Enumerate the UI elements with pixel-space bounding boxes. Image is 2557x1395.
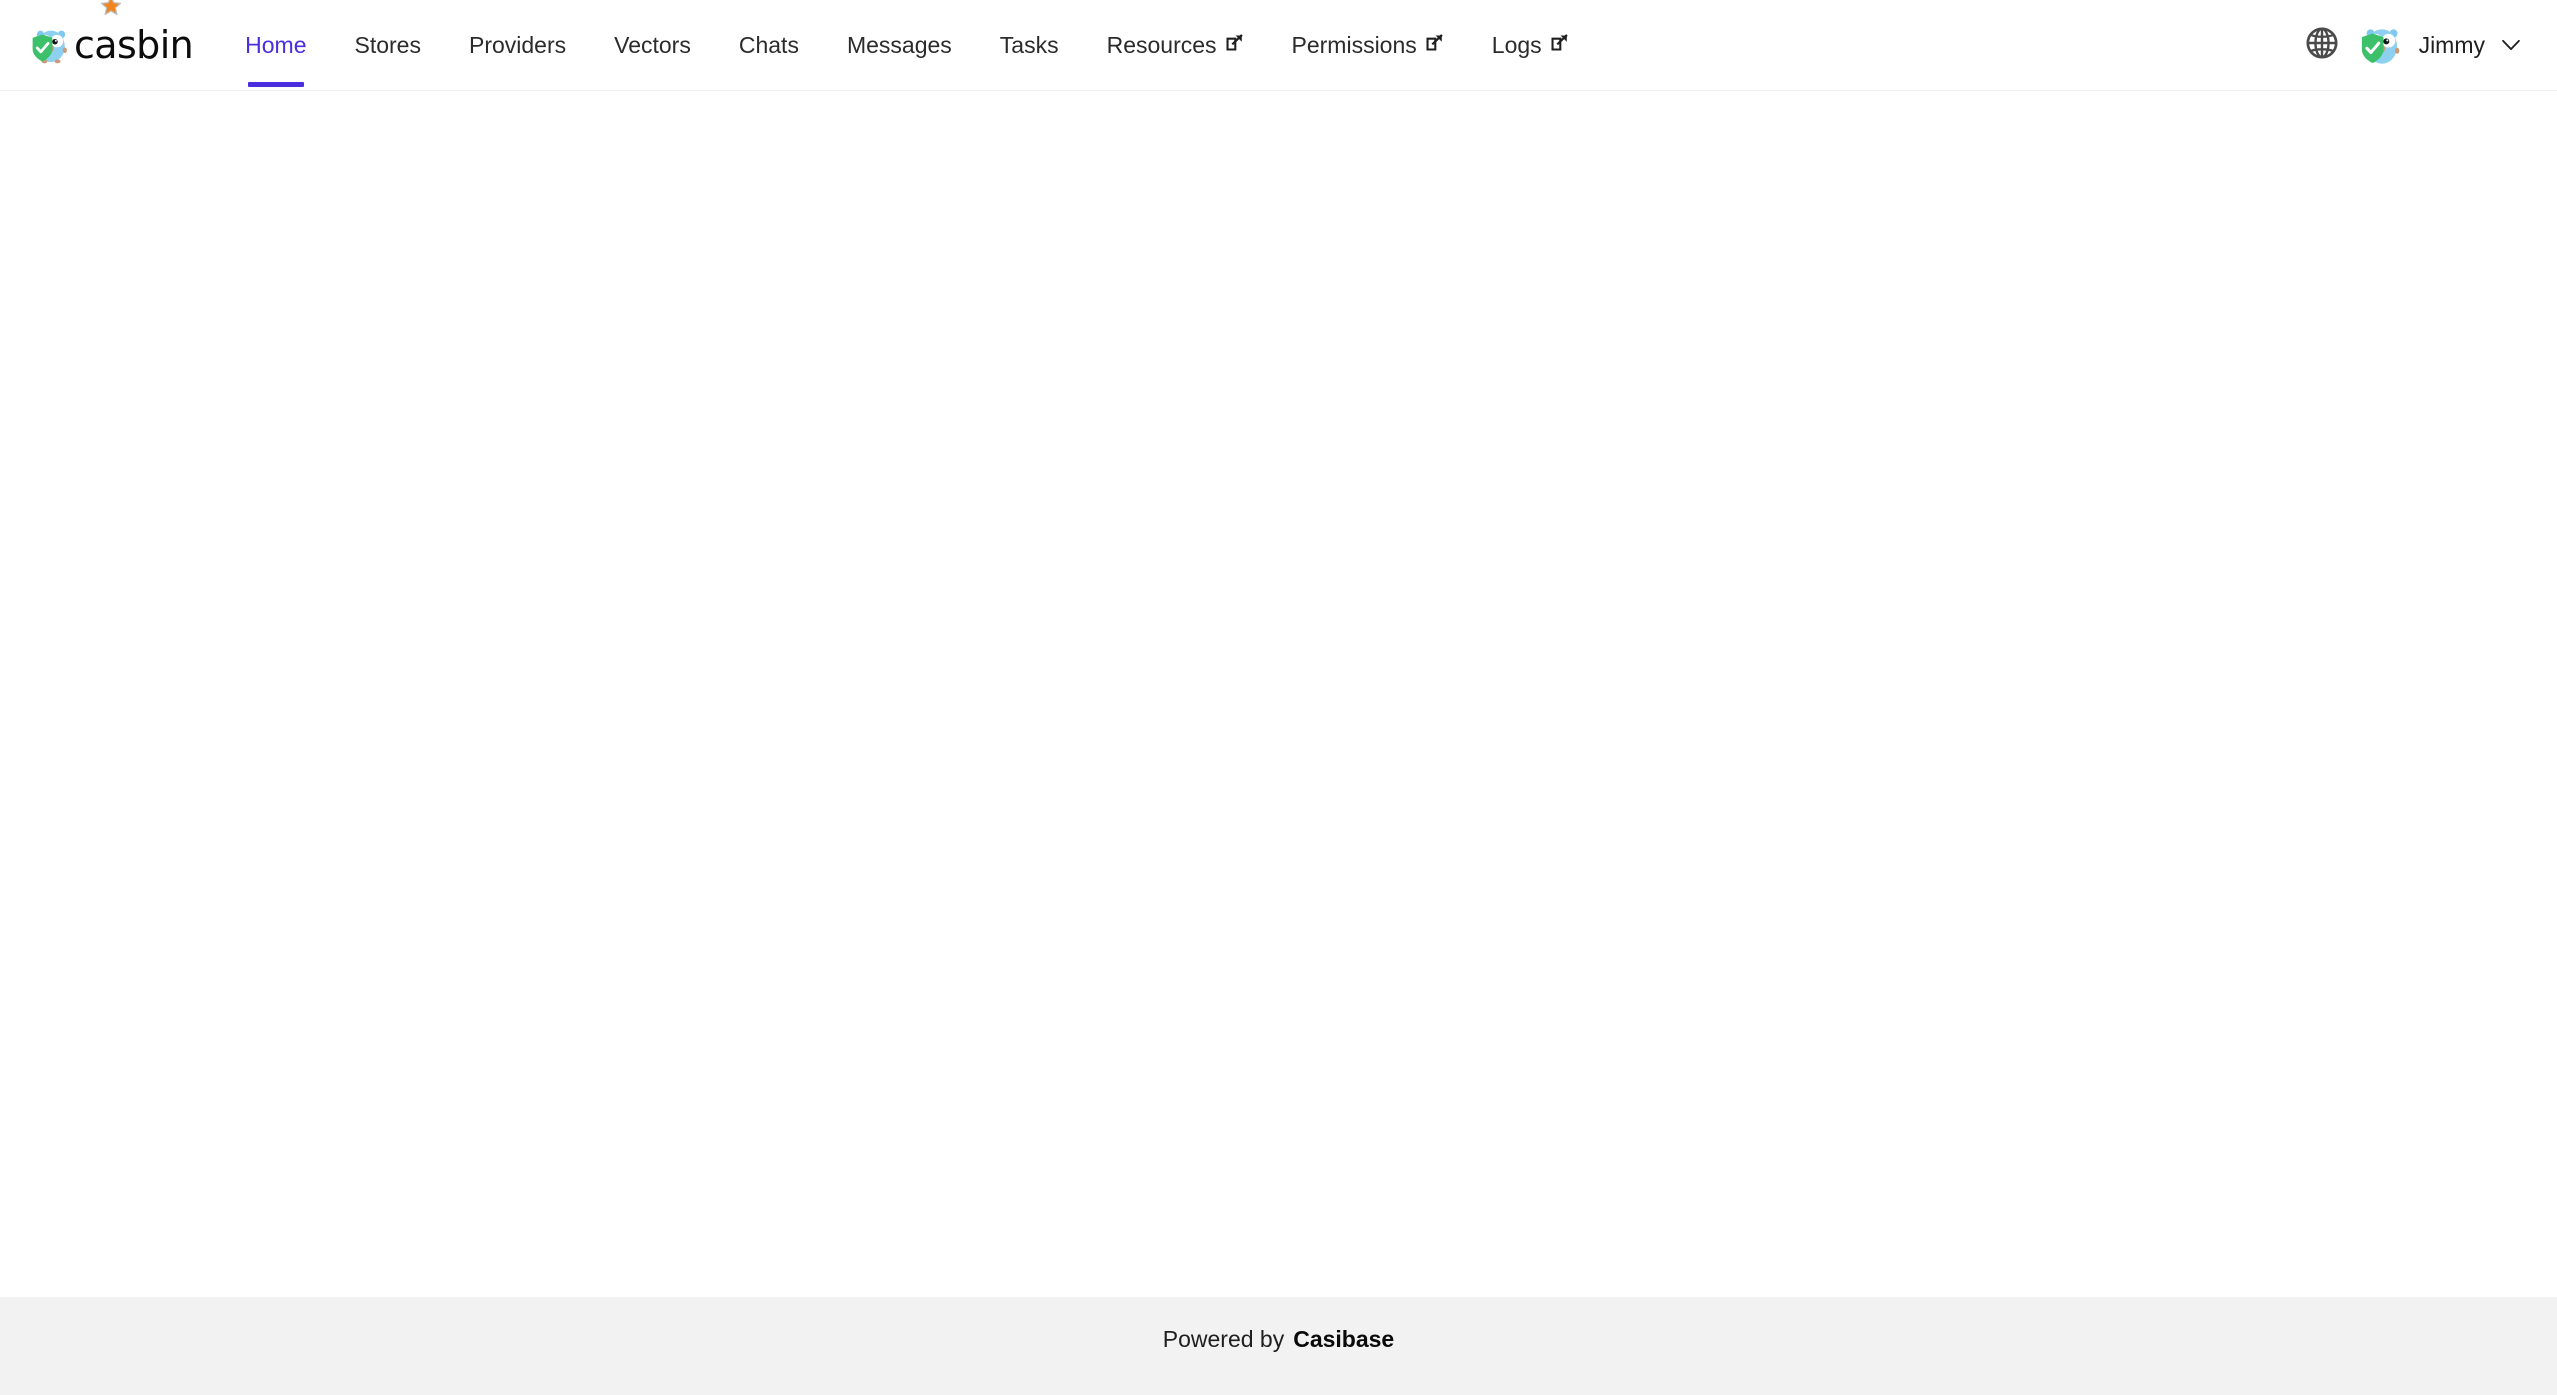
nav-item-messages[interactable]: Messages [823,0,976,90]
nav-item-label: Home [245,31,307,58]
brand-name: casbin [74,23,194,67]
nav-item-chats[interactable]: Chats [715,0,823,90]
account-menu-button[interactable]: Jimmy [2349,0,2529,90]
globe-icon [2305,26,2339,65]
chevron-down-icon [2501,38,2521,52]
nav-item-tasks[interactable]: Tasks [976,0,1083,90]
account-name-label: Jimmy [2418,31,2485,58]
footer-powered-by-label: Powered by [1162,1325,1285,1352]
nav-item-label: Providers [468,31,567,58]
star-icon [100,0,122,17]
primary-navigation: Home Stores Providers Vectors Chats Mess… [221,0,1593,90]
nav-item-label: Logs [1491,31,1542,58]
language-selector-button[interactable] [2295,18,2349,72]
app-root: casbin Home Stores Providers Vectors Cha… [0,0,2557,1395]
nav-item-resources[interactable]: Resources [1083,0,1268,90]
footer-brand-link[interactable]: Casibase [1293,1326,1394,1353]
nav-item-label: Vectors [614,31,691,58]
header-right-cluster: Jimmy [2295,0,2557,90]
casbin-gopher-shield-logo-icon [30,24,72,66]
main-content-area [0,91,2557,1297]
external-link-icon [1225,33,1244,52]
nav-item-permissions[interactable]: Permissions [1268,0,1468,90]
app-footer: Powered by Casibase [0,1297,2557,1395]
app-header: casbin Home Stores Providers Vectors Cha… [0,0,2557,91]
page-body [0,91,2557,1297]
nav-item-label: Stores [354,31,421,58]
nav-item-vectors[interactable]: Vectors [590,0,715,90]
nav-item-label: Resources [1106,31,1217,58]
nav-item-label: Tasks [999,31,1059,58]
nav-item-label: Chats [738,31,799,58]
nav-item-logs[interactable]: Logs [1468,0,1593,90]
nav-item-providers[interactable]: Providers [445,0,590,90]
brand-logo-link[interactable]: casbin [0,0,221,90]
avatar [2359,22,2405,68]
nav-item-home[interactable]: Home [221,0,330,90]
external-link-icon [1550,33,1569,52]
nav-item-stores[interactable]: Stores [331,0,445,90]
nav-item-label: Permissions [1291,31,1417,58]
external-link-icon [1425,33,1444,52]
nav-item-label: Messages [846,31,952,58]
footer-credit: Powered by Casibase [1163,1326,1394,1367]
header-spacer [1593,0,2295,90]
